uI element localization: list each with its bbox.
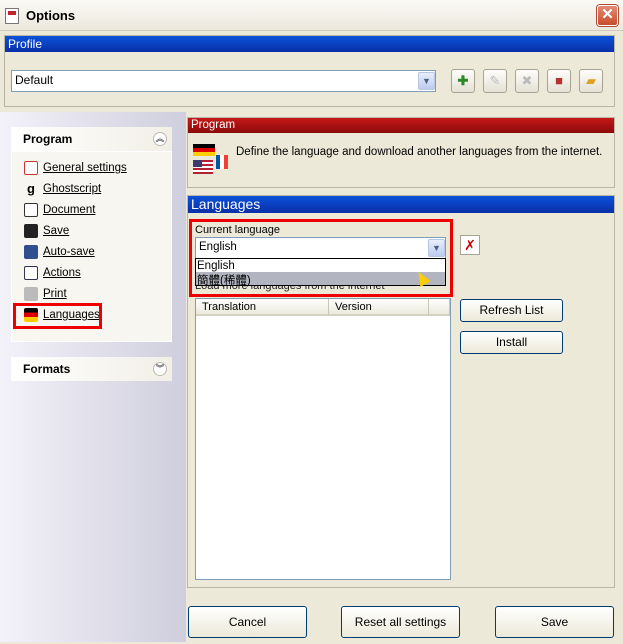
open-profile-icon[interactable]: ▰ <box>579 69 603 93</box>
formats-group-label: Formats <box>23 362 71 376</box>
general-settings-icon <box>24 161 38 175</box>
french-flag-icon <box>216 155 228 169</box>
sidebar-item-label: Auto-save <box>43 246 95 258</box>
languages-highlight-box <box>13 303 102 329</box>
delete-profile-icon[interactable]: ✖ <box>515 69 539 93</box>
print-icon <box>24 287 38 301</box>
profile-dropdown-button[interactable]: ▼ <box>418 72 435 90</box>
ghostscript-icon: g <box>27 181 35 196</box>
title-bar <box>0 0 623 31</box>
sidebar-item-label: Print <box>43 288 67 300</box>
document-icon <box>24 203 38 217</box>
add-profile-icon[interactable]: ✚ <box>451 69 475 93</box>
program-group-label: Program <box>23 132 73 146</box>
translations-list[interactable] <box>195 298 451 580</box>
refresh-list-button[interactable]: Refresh List <box>460 299 563 322</box>
save-profile-icon[interactable]: ■ <box>547 69 571 93</box>
expand-chevron-icon[interactable]: ︾ <box>153 362 167 376</box>
sidebar-item-label: Save <box>43 225 70 237</box>
language-highlight-box <box>189 219 453 297</box>
profile-header: Profile <box>5 36 614 52</box>
program-group-header[interactable]: Program ︽ <box>11 127 172 151</box>
sidebar-item-label: Actions <box>43 267 81 279</box>
german-flag-icon <box>193 144 215 156</box>
column-header-spacer <box>429 299 450 316</box>
save-icon <box>24 224 38 238</box>
install-button[interactable]: Install <box>460 331 563 354</box>
sidebar-item-label: General settings <box>43 162 127 174</box>
column-header-translation[interactable]: Translation <box>196 299 329 316</box>
save-button[interactable]: Save <box>495 606 614 638</box>
auto-save-icon <box>24 245 38 259</box>
languages-section-header: Languages <box>188 196 614 213</box>
sidebar-item-label: Ghostscript <box>43 183 102 195</box>
cancel-button[interactable]: Cancel <box>188 606 307 638</box>
program-description: Define the language and download another… <box>236 146 603 158</box>
actions-icon <box>24 266 38 280</box>
program-section-header: Program <box>188 118 614 133</box>
us-flag-icon <box>193 160 213 174</box>
rename-profile-icon[interactable]: ✎ <box>483 69 507 93</box>
app-icon <box>5 8 19 24</box>
profile-selected-value: Default <box>15 73 54 87</box>
profile-select[interactable] <box>11 70 436 92</box>
column-header-version[interactable]: Version <box>329 299 429 316</box>
remove-language-icon[interactable]: ✗ <box>460 235 480 255</box>
sidebar-item-label: Document <box>43 204 96 216</box>
reset-all-settings-button[interactable]: Reset all settings <box>341 606 460 638</box>
close-button[interactable]: ✕ <box>597 5 618 26</box>
collapse-chevron-icon[interactable]: ︽ <box>153 132 167 146</box>
window-title: Options <box>26 8 76 23</box>
formats-group-header[interactable]: Formats ︾ <box>11 357 172 381</box>
